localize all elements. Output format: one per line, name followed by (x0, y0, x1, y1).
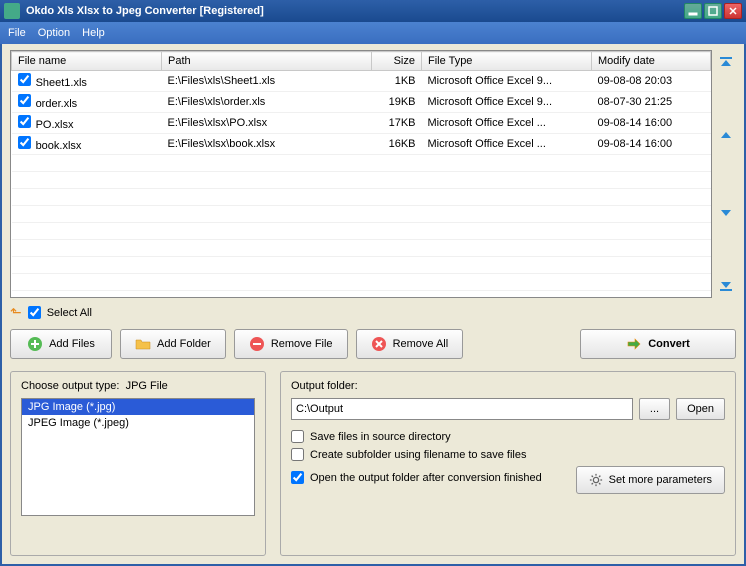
open-after-label: Open the output folder after conversion … (310, 472, 542, 484)
table-row[interactable]: order.xls E:\Files\xls\order.xls 19KB Mi… (12, 92, 711, 113)
output-folder-panel: Output folder: ... Open Save files in so… (280, 371, 736, 556)
row-checkbox[interactable] (18, 73, 31, 86)
set-parameters-button[interactable]: Set more parameters (576, 466, 725, 494)
add-files-label: Add Files (49, 338, 95, 350)
cell-name: Sheet1.xls (36, 77, 87, 89)
remove-all-label: Remove All (393, 338, 449, 350)
type-item-jpeg[interactable]: JPEG Image (*.jpeg) (22, 415, 254, 431)
cell-path: E:\Files\xls\Sheet1.xls (162, 71, 372, 92)
menu-option[interactable]: Option (38, 27, 70, 39)
title-bar: Okdo Xls Xlsx to Jpeg Converter [Registe… (0, 0, 746, 22)
cell-type: Microsoft Office Excel 9... (422, 71, 592, 92)
table-row[interactable]: book.xlsx E:\Files\xlsx\book.xlsx 16KB M… (12, 134, 711, 155)
up-folder-icon[interactable]: ⬑ (10, 304, 22, 321)
cell-date: 09-08-14 16:00 (592, 113, 711, 134)
output-folder-input[interactable] (291, 398, 633, 420)
maximize-button[interactable] (704, 3, 722, 19)
cell-date: 09-08-08 20:03 (592, 71, 711, 92)
cell-size: 19KB (372, 92, 422, 113)
browse-button[interactable]: ... (639, 398, 670, 420)
convert-label: Convert (648, 338, 690, 350)
cell-date: 09-08-14 16:00 (592, 134, 711, 155)
cell-type: Microsoft Office Excel ... (422, 113, 592, 134)
remove-file-label: Remove File (271, 338, 333, 350)
select-all-checkbox[interactable] (28, 306, 41, 319)
output-type-panel: Choose output type: JPG File JPG Image (… (10, 371, 266, 556)
close-button[interactable] (724, 3, 742, 19)
output-folder-label: Output folder: (291, 380, 725, 392)
folder-icon (135, 336, 151, 352)
col-filename[interactable]: File name (12, 52, 162, 71)
window-title: Okdo Xls Xlsx to Jpeg Converter [Registe… (26, 5, 684, 17)
col-size[interactable]: Size (372, 52, 422, 71)
save-source-checkbox[interactable] (291, 430, 304, 443)
minimize-button[interactable] (684, 3, 702, 19)
add-files-button[interactable]: Add Files (10, 329, 112, 359)
move-top-button[interactable] (716, 52, 736, 72)
app-icon (4, 3, 20, 19)
move-up-button[interactable] (716, 127, 736, 147)
gear-icon (589, 473, 603, 487)
cell-type: Microsoft Office Excel 9... (422, 92, 592, 113)
cell-size: 17KB (372, 113, 422, 134)
current-type-label: JPG File (126, 380, 168, 392)
cell-path: E:\Files\xlsx\book.xlsx (162, 134, 372, 155)
save-source-label: Save files in source directory (310, 431, 451, 443)
table-row[interactable]: PO.xlsx E:\Files\xlsx\PO.xlsx 17KB Micro… (12, 113, 711, 134)
create-subfolder-checkbox[interactable] (291, 448, 304, 461)
row-checkbox[interactable] (18, 115, 31, 128)
move-down-button[interactable] (716, 201, 736, 221)
open-folder-button[interactable]: Open (676, 398, 725, 420)
menu-bar: File Option Help (0, 22, 746, 44)
col-date[interactable]: Modify date (592, 52, 711, 71)
client-area: File name Path Size File Type Modify dat… (0, 44, 746, 566)
cell-path: E:\Files\xls\order.xls (162, 92, 372, 113)
type-item-jpg[interactable]: JPG Image (*.jpg) (22, 399, 254, 415)
cell-size: 16KB (372, 134, 422, 155)
choose-type-label: Choose output type: (21, 380, 119, 392)
file-list[interactable]: File name Path Size File Type Modify dat… (10, 50, 712, 298)
add-folder-button[interactable]: Add Folder (120, 329, 226, 359)
menu-help[interactable]: Help (82, 27, 105, 39)
table-row[interactable]: Sheet1.xls E:\Files\xls\Sheet1.xls 1KB M… (12, 71, 711, 92)
cell-date: 08-07-30 21:25 (592, 92, 711, 113)
create-subfolder-label: Create subfolder using filename to save … (310, 449, 526, 461)
set-parameters-label: Set more parameters (609, 474, 712, 486)
cell-name: order.xls (36, 98, 78, 110)
remove-file-button[interactable]: Remove File (234, 329, 348, 359)
move-bottom-button[interactable] (716, 276, 736, 296)
remove-all-icon (371, 336, 387, 352)
convert-icon (626, 336, 642, 352)
cell-name: book.xlsx (36, 140, 82, 152)
menu-file[interactable]: File (8, 27, 26, 39)
row-checkbox[interactable] (18, 136, 31, 149)
col-type[interactable]: File Type (422, 52, 592, 71)
cell-size: 1KB (372, 71, 422, 92)
reorder-arrows (712, 50, 736, 298)
remove-all-button[interactable]: Remove All (356, 329, 464, 359)
cell-path: E:\Files\xlsx\PO.xlsx (162, 113, 372, 134)
output-type-list[interactable]: JPG Image (*.jpg) JPEG Image (*.jpeg) (21, 398, 255, 516)
convert-button[interactable]: Convert (580, 329, 736, 359)
cell-name: PO.xlsx (36, 119, 74, 131)
open-after-checkbox[interactable] (291, 471, 304, 484)
col-path[interactable]: Path (162, 52, 372, 71)
add-folder-label: Add Folder (157, 338, 211, 350)
minus-icon (249, 336, 265, 352)
plus-icon (27, 336, 43, 352)
row-checkbox[interactable] (18, 94, 31, 107)
select-all-label: Select All (47, 307, 92, 319)
cell-type: Microsoft Office Excel ... (422, 134, 592, 155)
